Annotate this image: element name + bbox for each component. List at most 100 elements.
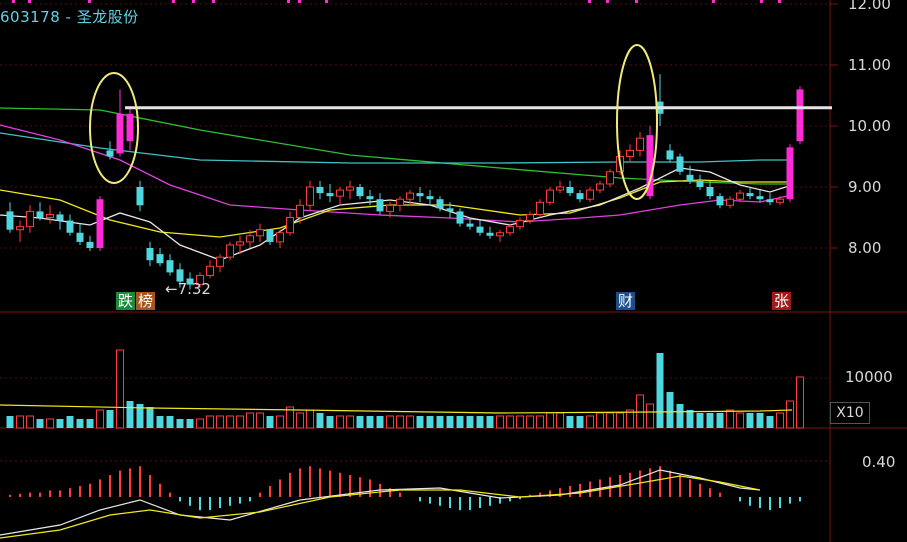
- volume-bar: [336, 415, 344, 429]
- candle-body: [326, 193, 334, 197]
- candle-body: [706, 187, 714, 197]
- candle-body: [776, 198, 784, 203]
- candle-body: [686, 174, 694, 181]
- candle-body: [496, 232, 504, 237]
- candle-body: [796, 89, 804, 142]
- candle-body: [276, 232, 284, 243]
- volume-bar: [706, 413, 714, 428]
- candle-body: [696, 180, 704, 187]
- volume-bar: [666, 392, 674, 428]
- candle-body: [126, 113, 134, 142]
- candle-body: [236, 241, 244, 246]
- ma10-line: [0, 179, 792, 238]
- price-tick-8: 8.00: [848, 239, 882, 257]
- volume-bar: [496, 415, 504, 429]
- candle-body: [506, 226, 514, 234]
- volume-bar: [16, 415, 24, 429]
- volume-bar: [796, 376, 804, 429]
- volume-bar: [396, 415, 404, 429]
- candle-body: [86, 241, 94, 248]
- candle-body: [746, 193, 754, 197]
- volume-bar: [206, 415, 214, 429]
- volume-bar: [236, 415, 244, 429]
- candle-body: [116, 113, 124, 154]
- event-tag-limit-up[interactable]: 张: [772, 292, 792, 310]
- event-dot: [606, 0, 609, 3]
- volume-bar: [696, 413, 704, 428]
- volume-bar: [6, 416, 14, 428]
- volume-bar: [66, 416, 74, 428]
- candle-body: [406, 192, 414, 200]
- volume-bar: [276, 415, 284, 429]
- candle-body: [56, 214, 64, 221]
- candle-body: [446, 208, 454, 212]
- volume-bar: [756, 413, 764, 428]
- volume-bar: [86, 419, 94, 428]
- volume-multiplier-label[interactable]: X10: [830, 402, 870, 424]
- volume-bar: [116, 349, 124, 429]
- price-tick-10: 10.00: [848, 117, 891, 135]
- event-dot: [588, 0, 591, 3]
- volume-bar: [266, 416, 274, 428]
- chart-stage[interactable]: 603178 - 圣龙股份 12.00 11.00 10.00 9.00 8.0…: [0, 0, 907, 542]
- candle-body: [676, 156, 684, 172]
- candle-body: [106, 150, 114, 157]
- volume-bar: [716, 413, 724, 428]
- candle-body: [316, 187, 324, 194]
- volume-bar: [476, 416, 484, 428]
- volume-bar: [316, 413, 324, 428]
- price-tick-12: 12.00: [848, 0, 891, 13]
- event-dot: [287, 0, 290, 3]
- candle-body: [66, 220, 74, 233]
- candle-body: [716, 196, 724, 206]
- volume-bar: [506, 415, 514, 429]
- event-tag-finance[interactable]: 财: [616, 292, 636, 310]
- candle-body: [346, 186, 354, 191]
- candle-body: [516, 220, 524, 228]
- candle-body: [376, 199, 384, 212]
- volume-bar: [46, 418, 54, 429]
- price-tick-11: 11.00: [848, 56, 891, 74]
- volume-bar: [606, 412, 614, 429]
- candle-body: [96, 199, 104, 248]
- candle-body: [566, 187, 574, 194]
- candle-body: [356, 187, 364, 197]
- volume-bar: [36, 419, 44, 428]
- volume-bar: [726, 409, 734, 429]
- volume-bar: [326, 416, 334, 428]
- event-tag-drop[interactable]: 跌: [116, 292, 136, 310]
- candle-body: [216, 256, 224, 267]
- candle-body: [526, 213, 534, 222]
- volume-bar: [376, 416, 384, 428]
- volume-bar: [126, 401, 134, 428]
- volume-bar: [556, 412, 564, 429]
- candle-body: [76, 232, 84, 242]
- candle-body: [6, 211, 14, 230]
- event-dot: [212, 0, 215, 3]
- volume-bar: [246, 412, 254, 429]
- stock-chart-canvas[interactable]: [0, 0, 907, 542]
- candle-body: [606, 171, 614, 185]
- volume-bar: [456, 416, 464, 428]
- candle-body: [576, 193, 584, 200]
- volume-bar: [76, 419, 84, 428]
- event-dot: [325, 0, 328, 3]
- volume-bar: [196, 418, 204, 429]
- volume-bar: [356, 416, 364, 428]
- candle-body: [336, 189, 344, 197]
- candle-body: [286, 217, 294, 234]
- candle-body: [766, 199, 774, 203]
- event-dot: [712, 0, 715, 3]
- candle-body: [626, 149, 634, 157]
- volume-bar: [576, 416, 584, 428]
- candle-body: [486, 232, 494, 236]
- macd-tick-0.40: 0.40: [862, 453, 896, 471]
- event-dot: [192, 0, 195, 3]
- volume-bar: [166, 416, 174, 428]
- candle-body: [256, 229, 264, 237]
- event-tag-list[interactable]: 榜: [136, 292, 156, 310]
- candle-body: [666, 150, 674, 160]
- candle-body: [466, 223, 474, 227]
- candle-body: [476, 226, 484, 233]
- candle-body: [386, 204, 394, 212]
